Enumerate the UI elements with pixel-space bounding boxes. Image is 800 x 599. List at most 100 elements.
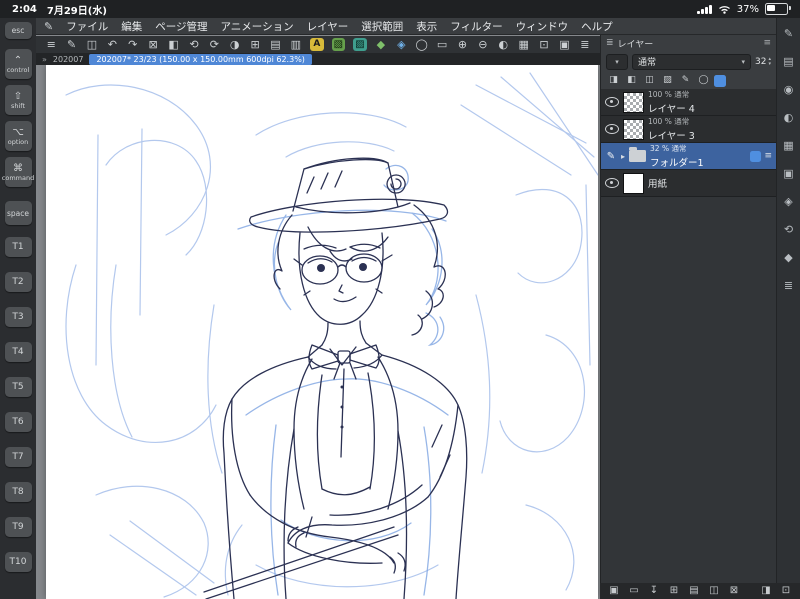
layer-row-3[interactable]: ✎ ▸ 100 % 通常 レイヤー 3 ≡ bbox=[601, 116, 776, 143]
shift-key[interactable]: ⇧ shift bbox=[4, 85, 32, 115]
palette-navigator-icon[interactable]: ◈ bbox=[780, 194, 797, 209]
visibility-eye-icon[interactable] bbox=[605, 97, 619, 107]
select-add-icon[interactable]: ⊕ bbox=[453, 37, 471, 52]
opacity-control[interactable]: 32 ▴ ▾ bbox=[755, 57, 771, 67]
gradient-icon[interactable]: ▧ bbox=[331, 38, 346, 51]
hide-ui-icon[interactable]: ◨ bbox=[758, 585, 774, 598]
tab-chevron-icon[interactable]: » bbox=[42, 55, 47, 64]
menu-icon[interactable]: ≡ bbox=[42, 37, 60, 52]
t10-key[interactable]: T10 bbox=[4, 552, 32, 572]
undo-icon[interactable]: ↶ bbox=[103, 37, 121, 52]
layer-settings-icon[interactable]: ▤ bbox=[686, 585, 702, 598]
app-logo-icon[interactable]: ✎ bbox=[44, 20, 53, 33]
lock-alpha-icon[interactable]: ▨ bbox=[660, 74, 675, 87]
material-icon[interactable]: ◆ bbox=[372, 37, 390, 52]
menu-view[interactable]: 表示 bbox=[416, 19, 437, 34]
menu-window[interactable]: ウィンドウ bbox=[516, 19, 569, 34]
esc-key[interactable]: esc bbox=[4, 22, 32, 39]
merge-layer-icon[interactable]: ⊞ bbox=[666, 585, 682, 598]
palette-color-badge[interactable] bbox=[750, 150, 762, 162]
new-folder-icon[interactable]: ▭ bbox=[626, 585, 642, 598]
menu-layer[interactable]: レイヤー bbox=[307, 19, 349, 34]
draft-layer-icon[interactable]: ✎ bbox=[678, 74, 693, 87]
palette-history-icon[interactable]: ⟲ bbox=[780, 222, 797, 237]
select-border-icon[interactable]: ▦ bbox=[514, 37, 532, 52]
text-tool-icon[interactable]: A bbox=[310, 38, 324, 51]
select-remove-icon[interactable]: ⊖ bbox=[474, 37, 492, 52]
palette-subtool-icon[interactable]: ▤ bbox=[780, 54, 797, 69]
new-layer-icon[interactable]: ▣ bbox=[606, 585, 622, 598]
t9-key[interactable]: T9 bbox=[4, 517, 32, 537]
invert-select-icon[interactable]: ◐ bbox=[494, 37, 512, 52]
palette-info-icon[interactable]: ≣ bbox=[780, 278, 797, 293]
canvas-page[interactable] bbox=[46, 65, 598, 599]
t3-key[interactable]: T3 bbox=[4, 307, 32, 327]
option-key[interactable]: ⌥ option bbox=[4, 121, 32, 151]
palette-brush-size-icon[interactable]: ◉ bbox=[780, 82, 797, 97]
palette-color-wheel-icon[interactable]: ◐ bbox=[780, 110, 797, 125]
rotate-left-icon[interactable]: ⟲ bbox=[185, 37, 203, 52]
menu-filter[interactable]: フィルター bbox=[450, 19, 502, 34]
snap-icon[interactable]: ▥ bbox=[287, 37, 305, 52]
folder-expand-icon[interactable]: ▸ bbox=[621, 152, 625, 161]
t6-key[interactable]: T6 bbox=[4, 412, 32, 432]
delete-icon[interactable]: ⊠ bbox=[144, 37, 162, 52]
document-info[interactable]: 202007* 23/23 (150.00 x 150.00mm 600dpi … bbox=[89, 53, 312, 65]
clip-logo-icon[interactable]: ✎ bbox=[62, 37, 80, 52]
flip-horizontal-icon[interactable]: ◑ bbox=[226, 37, 244, 52]
t4-key[interactable]: T4 bbox=[4, 342, 32, 362]
visibility-eye-icon[interactable] bbox=[605, 124, 619, 134]
layer-thumbnail[interactable] bbox=[623, 118, 644, 140]
fullscreen-icon[interactable]: ⊡ bbox=[778, 585, 794, 598]
layer-property-icon[interactable]: ▣ bbox=[555, 37, 573, 52]
layer-row-menu-icon[interactable]: ≡ bbox=[764, 151, 772, 161]
layer-thumbnail[interactable] bbox=[623, 172, 644, 194]
redo-icon[interactable]: ↷ bbox=[124, 37, 142, 52]
t8-key[interactable]: T8 bbox=[4, 482, 32, 502]
tone-icon[interactable]: ▨ bbox=[353, 38, 367, 51]
menu-page-manage[interactable]: ページ管理 bbox=[155, 19, 207, 34]
transfer-layer-icon[interactable]: ↧ bbox=[646, 585, 662, 598]
layers-panel-menu-icon[interactable]: ≡ bbox=[763, 38, 771, 48]
t5-key[interactable]: T5 bbox=[4, 377, 32, 397]
t7-key[interactable]: T7 bbox=[4, 447, 32, 467]
menu-file[interactable]: ファイル bbox=[66, 19, 108, 34]
layer-row-folder-1[interactable]: ✎ ▸ 32 % 通常 フォルダー1 ≡ bbox=[601, 143, 776, 170]
save-icon[interactable]: ◫ bbox=[83, 37, 101, 52]
menu-help[interactable]: ヘルプ bbox=[581, 19, 613, 34]
panel-settings-icon[interactable]: ≣ bbox=[576, 37, 594, 52]
ruler-icon[interactable]: ▤ bbox=[266, 37, 284, 52]
t1-key[interactable]: T1 bbox=[4, 237, 32, 257]
grid-icon[interactable]: ⊞ bbox=[246, 37, 264, 52]
command-key[interactable]: ⌘ command bbox=[2, 157, 34, 187]
lock-layer-icon[interactable]: ◫ bbox=[642, 74, 657, 87]
layer-mask-icon[interactable]: ◯ bbox=[696, 74, 711, 87]
marquee-icon[interactable]: ▭ bbox=[433, 37, 451, 52]
control-key[interactable]: ⌃ control bbox=[4, 49, 32, 79]
space-key[interactable]: space bbox=[4, 201, 32, 225]
palette-color-set-icon[interactable]: ▦ bbox=[780, 138, 797, 153]
palette-layer-icon[interactable]: ▣ bbox=[780, 166, 797, 181]
document-tab[interactable]: 202007 bbox=[53, 55, 84, 64]
delete-layer-icon[interactable]: ⊠ bbox=[726, 585, 742, 598]
wand-icon[interactable]: ◈ bbox=[392, 37, 410, 52]
rotate-right-icon[interactable]: ⟳ bbox=[205, 37, 223, 52]
menu-animation[interactable]: アニメーション bbox=[221, 19, 294, 34]
layer-thumbnail[interactable] bbox=[623, 91, 644, 113]
layer-blend-icon[interactable]: ◨ bbox=[606, 74, 621, 87]
visibility-eye-icon[interactable] bbox=[605, 178, 619, 188]
create-mask-icon[interactable]: ◫ bbox=[706, 585, 722, 598]
zoom-fit-icon[interactable]: ⊡ bbox=[535, 37, 553, 52]
fill-icon[interactable]: ◧ bbox=[164, 37, 182, 52]
blend-mode-dropdown[interactable]: 通常 ▾ bbox=[632, 53, 752, 70]
edit-target-pencil-icon[interactable]: ✎ bbox=[605, 151, 617, 162]
lasso-icon[interactable]: ◯ bbox=[413, 37, 431, 52]
palette-tool-icon[interactable]: ✎ bbox=[780, 26, 797, 41]
palette-color-icon[interactable] bbox=[714, 74, 726, 87]
t2-key[interactable]: T2 bbox=[4, 272, 32, 292]
layer-row-4[interactable]: ✎ ▸ 100 % 通常 レイヤー 4 ≡ bbox=[601, 89, 776, 116]
opacity-stepper-icon[interactable]: ▴ ▾ bbox=[768, 57, 771, 66]
palette-swatch-dropdown[interactable]: ▾ bbox=[606, 53, 628, 70]
palette-material-icon[interactable]: ◆ bbox=[780, 250, 797, 265]
clip-mask-icon[interactable]: ◧ bbox=[624, 74, 639, 87]
